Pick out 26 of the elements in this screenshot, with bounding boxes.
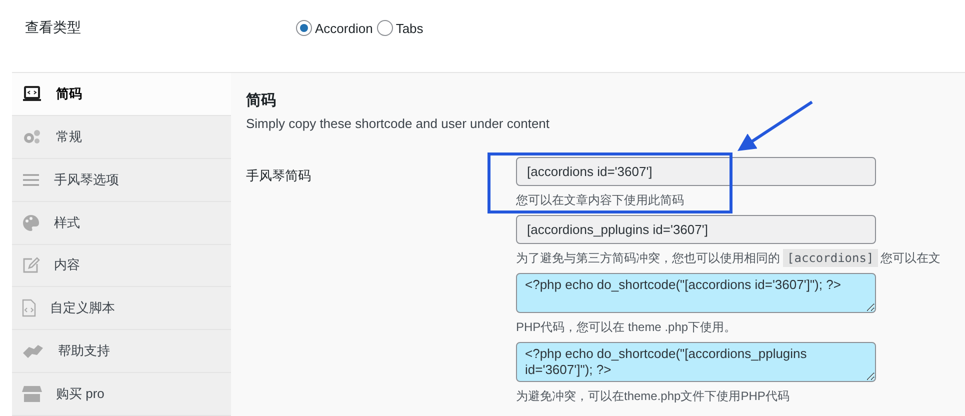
sidebar-item[interactable]: 简码 <box>12 73 231 116</box>
store-icon <box>22 385 42 404</box>
field-label: 手风琴简码 <box>246 167 312 185</box>
setting-label: 查看类型 <box>25 19 82 37</box>
field-hint: 为避免冲突，可以在theme.php文件下使用PHP代码 <box>516 388 790 405</box>
section-title: 简码 <box>246 91 277 110</box>
php-code-field[interactable]: <?php echo do_shortcode("[accordions id='3607']"); ?> <box>516 273 876 313</box>
gears-icon <box>22 128 42 145</box>
field-hint: 您可以在文章内容下使用此简码 <box>516 192 685 209</box>
php-code-field[interactable]: <?php echo do_shortcode("[accordions_pplugins id='3607']"); ?> <box>516 342 876 382</box>
sidebar-item[interactable]: 样式 <box>12 202 231 244</box>
radio-button[interactable] <box>296 20 312 36</box>
section-description: Simply copy these shortcode and user under content <box>246 116 551 131</box>
radio-button[interactable] <box>376 20 393 36</box>
field-hint: PHP代码，您可以在 theme .php下使用。 <box>516 319 738 336</box>
menu-icon <box>22 172 40 187</box>
code-file-icon <box>22 299 36 318</box>
shortcode-field[interactable]: [accordions_pplugins id='3607'] <box>516 215 876 244</box>
edit-icon <box>22 256 40 274</box>
monitor-icon <box>22 84 42 103</box>
view-type-radio[interactable]: Tabs <box>376 20 424 36</box>
shortcode-field[interactable]: [accordions id='3607'] <box>516 157 876 186</box>
view-type-radio[interactable]: Accordion <box>296 20 373 36</box>
field-hint: 为了避免与第三方简码冲突，您也可以使用相同的 [accordions] 您可以在文 <box>516 250 941 267</box>
palette-icon <box>22 214 40 232</box>
sidebar-item[interactable]: 内容 <box>12 244 231 288</box>
